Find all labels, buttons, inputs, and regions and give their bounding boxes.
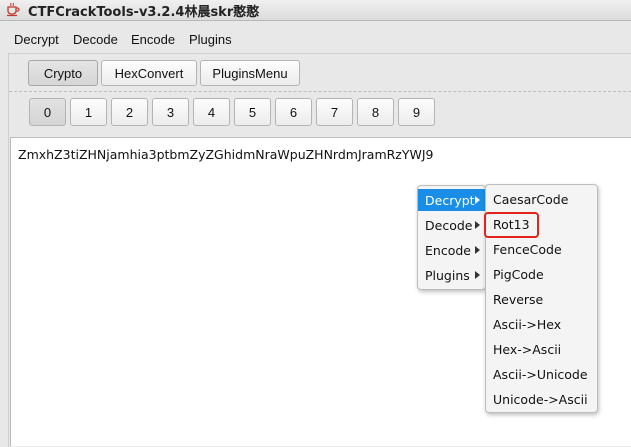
submenu-item-unicode-ascii[interactable]: Unicode->Ascii bbox=[486, 388, 597, 410]
submenu-item-ascii-unicode[interactable]: Ascii->Unicode bbox=[486, 363, 597, 385]
tab-1[interactable]: 1 bbox=[70, 98, 107, 126]
tab-8[interactable]: 8 bbox=[357, 98, 394, 126]
divider bbox=[9, 91, 631, 92]
chevron-right-icon bbox=[475, 221, 480, 229]
context-item-plugins[interactable]: Plugins bbox=[418, 264, 485, 286]
chevron-right-icon bbox=[475, 271, 480, 279]
context-item-label: Decode bbox=[425, 217, 473, 233]
context-item-label: Decrypt bbox=[425, 192, 475, 208]
menu-bar: Decrypt Decode Encode Plugins bbox=[0, 29, 631, 51]
tab-4[interactable]: 4 bbox=[193, 98, 230, 126]
context-menu: Decrypt Decode Encode Plugins bbox=[417, 185, 486, 290]
tab-7[interactable]: 7 bbox=[316, 98, 353, 126]
title-bar: CTFCrackTools-v3.2.4林晨skr憨憨 bbox=[0, 0, 631, 21]
editor-text: ZmxhZ3tiZHNjamhia3ptbmZyZGhidmNraWpuZHNr… bbox=[18, 147, 434, 162]
context-item-encode[interactable]: Encode bbox=[418, 239, 485, 261]
tab-0[interactable]: 0 bbox=[29, 98, 66, 126]
tab-crypto[interactable]: Crypto bbox=[28, 60, 98, 86]
submenu-item-reverse[interactable]: Reverse bbox=[486, 288, 597, 310]
window-title: CTFCrackTools-v3.2.4林晨skr憨憨 bbox=[28, 5, 260, 20]
menu-encode[interactable]: Encode bbox=[131, 32, 175, 47]
annotation-highlight-box bbox=[484, 212, 539, 238]
chevron-right-icon bbox=[475, 196, 480, 204]
context-item-label: Encode bbox=[425, 242, 471, 258]
context-item-decrypt[interactable]: Decrypt bbox=[418, 189, 485, 211]
submenu-item-ascii-hex[interactable]: Ascii->Hex bbox=[486, 313, 597, 335]
tab-6[interactable]: 6 bbox=[275, 98, 312, 126]
tab-3[interactable]: 3 bbox=[152, 98, 189, 126]
tab-hexconvert[interactable]: HexConvert bbox=[101, 60, 197, 86]
tab-9[interactable]: 9 bbox=[398, 98, 435, 126]
submenu-item-pigcode[interactable]: PigCode bbox=[486, 263, 597, 285]
chevron-right-icon bbox=[475, 246, 480, 254]
context-item-label: Plugins bbox=[425, 267, 470, 283]
submenu-item-fencecode[interactable]: FenceCode bbox=[486, 238, 597, 260]
menu-plugins[interactable]: Plugins bbox=[189, 32, 232, 47]
submenu-item-hex-ascii[interactable]: Hex->Ascii bbox=[486, 338, 597, 360]
menu-decode[interactable]: Decode bbox=[73, 32, 118, 47]
context-item-decode[interactable]: Decode bbox=[418, 214, 485, 236]
coffee-cup-icon bbox=[7, 2, 20, 17]
tab-2[interactable]: 2 bbox=[111, 98, 148, 126]
menu-decrypt[interactable]: Decrypt bbox=[14, 32, 59, 47]
submenu-item-caesarcode[interactable]: CaesarCode bbox=[486, 188, 597, 210]
tab-5[interactable]: 5 bbox=[234, 98, 271, 126]
tab-pluginsmenu[interactable]: PluginsMenu bbox=[200, 60, 300, 86]
